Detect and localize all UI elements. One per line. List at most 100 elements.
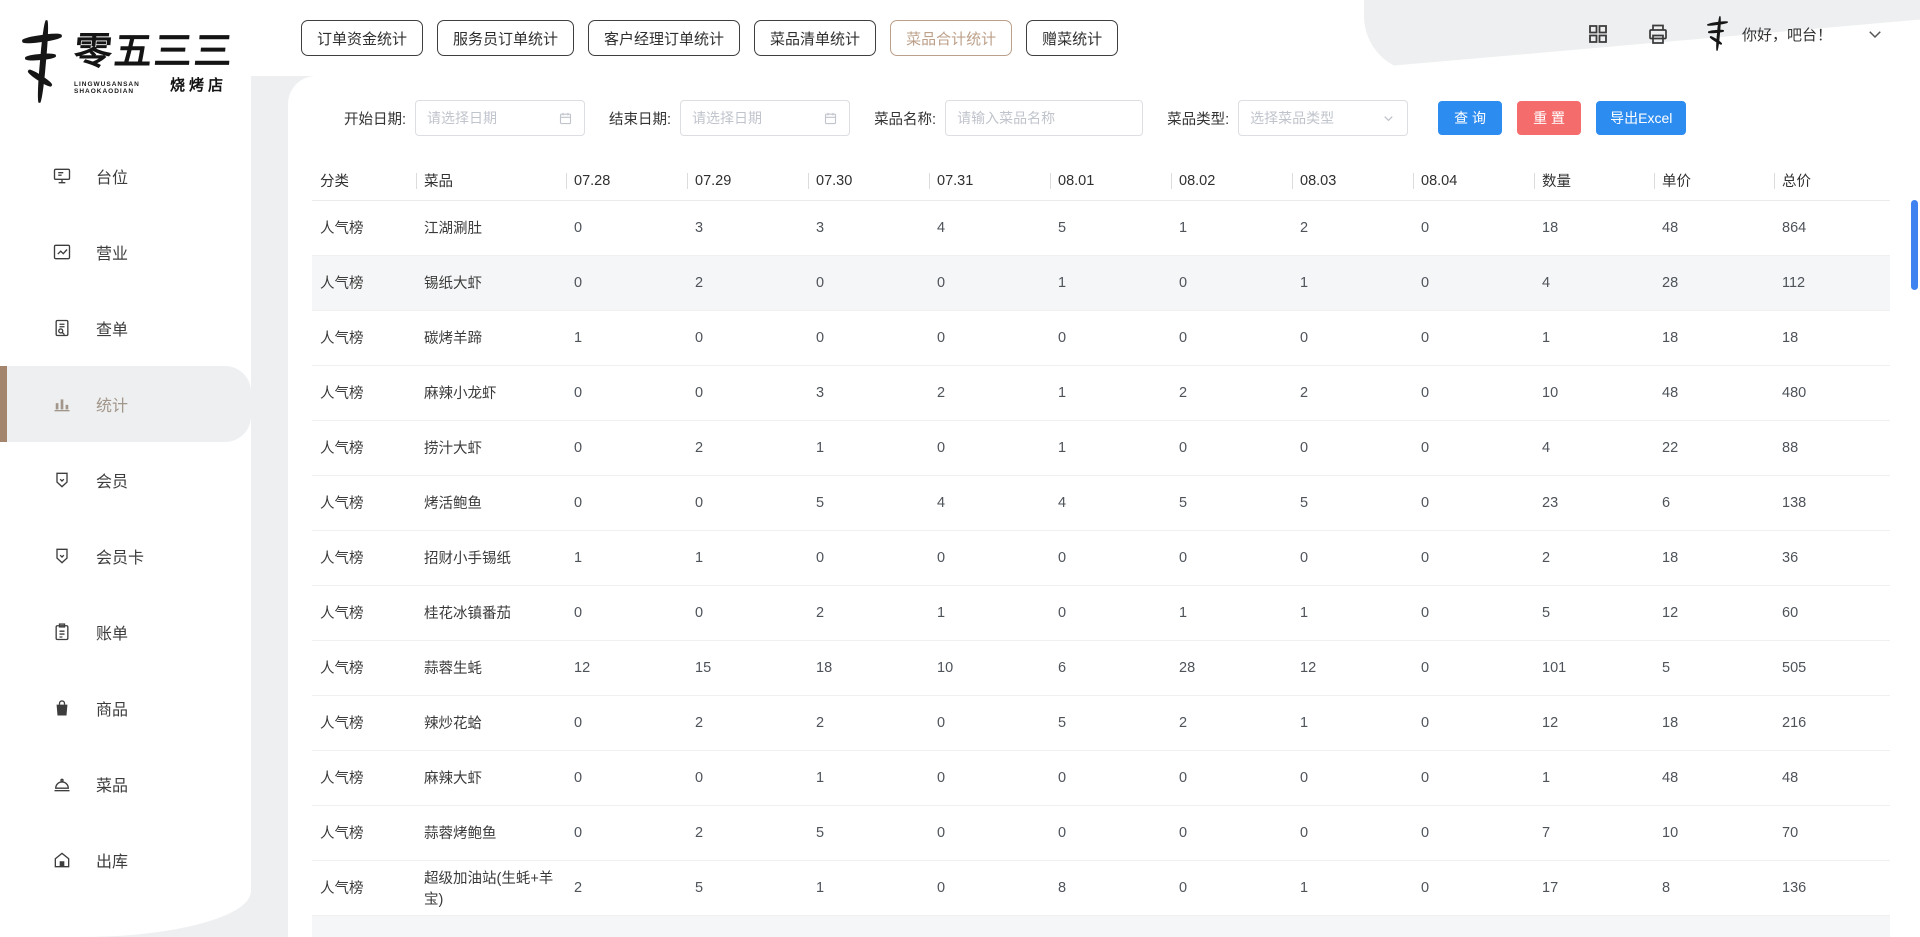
table-cell: 2 bbox=[687, 255, 808, 310]
table-cell: 12 bbox=[566, 640, 687, 695]
table-row: 人气榜锡纸大虾02001010428112 bbox=[312, 255, 1890, 310]
table-cell: 0 bbox=[1413, 695, 1534, 750]
table-cell: 2 bbox=[687, 805, 808, 860]
user-greeting: 你好，吧台！ bbox=[1742, 24, 1832, 45]
table-cell: 0 bbox=[687, 585, 808, 640]
table-cell: 碳烤羊蹄 bbox=[416, 310, 566, 365]
table-cell: 4 bbox=[1534, 420, 1654, 475]
table-cell: 2 bbox=[687, 695, 808, 750]
dish-name-label: 菜品名称: bbox=[874, 108, 936, 129]
sidebar-item-tables[interactable]: 台位 bbox=[0, 138, 251, 214]
table-cell: 3 bbox=[687, 200, 808, 255]
table-cell: 2 bbox=[1171, 365, 1292, 420]
table-cell: 4 bbox=[1050, 475, 1171, 530]
bill-clipboard-icon bbox=[52, 622, 72, 642]
table-cell: 1 bbox=[808, 420, 929, 475]
sidebar-item-dishes[interactable]: 菜品 bbox=[0, 746, 251, 822]
table-cell: 1 bbox=[929, 585, 1050, 640]
table-cell: 0 bbox=[929, 530, 1050, 585]
table-cell: 1 bbox=[808, 860, 929, 915]
table-cell: 1 bbox=[566, 530, 687, 585]
end-date-input[interactable]: 请选择日期 bbox=[680, 100, 850, 136]
report-tab[interactable]: 服务员订单统计 bbox=[437, 20, 574, 56]
table-cell: 18 bbox=[1654, 310, 1774, 365]
report-tab[interactable]: 订单资金统计 bbox=[301, 20, 423, 56]
search-button[interactable]: 查 询 bbox=[1438, 101, 1502, 135]
table-cell: 麻辣大虾 bbox=[416, 750, 566, 805]
table-row: 人气榜辣炒花蛤022052101218216 bbox=[312, 695, 1890, 750]
table-cell: 0 bbox=[566, 585, 687, 640]
table-row: 人气榜蒜蓉烤鲍鱼0250000071070 bbox=[312, 805, 1890, 860]
sidebar-item-business[interactable]: 营业 bbox=[0, 214, 251, 290]
table-row: 人气榜蒜蓉生蚝121518106281201015505 bbox=[312, 640, 1890, 695]
sidebar-item-member-cards[interactable]: 会员卡 bbox=[0, 518, 251, 594]
sidebar-item-statistics[interactable]: 统计 bbox=[0, 366, 251, 442]
table-cell: 5 bbox=[1050, 200, 1171, 255]
table-cell: 12 bbox=[1534, 695, 1654, 750]
user-menu[interactable]: 你好，吧台！ bbox=[1706, 16, 1884, 52]
table-cell: 0 bbox=[1050, 530, 1171, 585]
sidebar-item-bills[interactable]: 账单 bbox=[0, 594, 251, 670]
table-cell: 0 bbox=[929, 695, 1050, 750]
export-excel-button[interactable]: 导出Excel bbox=[1596, 101, 1686, 135]
table-cell: 1 bbox=[687, 530, 808, 585]
table-cell: 0 bbox=[929, 750, 1050, 805]
column-header: 07.31 bbox=[929, 162, 1050, 200]
topbar-actions: 你好，吧台！ bbox=[1586, 16, 1884, 52]
sidebar: 零五三三 LINGWUSANSAN SHAOKAODIAN 烧烤店 台位 营业 … bbox=[0, 0, 251, 937]
sidebar-item-members[interactable]: 会员 bbox=[0, 442, 251, 518]
table-cell: 0 bbox=[808, 530, 929, 585]
sidebar-item-goods[interactable]: 商品 bbox=[0, 670, 251, 746]
table-cell: 0 bbox=[1413, 640, 1534, 695]
table-cell: 10 bbox=[1534, 365, 1654, 420]
table-row: 人气榜桂花冰镇番茄0021011051260 bbox=[312, 585, 1890, 640]
table-row: 人气榜招财小手锡纸1100000021836 bbox=[312, 530, 1890, 585]
chevron-down-icon[interactable] bbox=[1866, 25, 1884, 43]
table-cell: 0 bbox=[1050, 585, 1171, 640]
table-cell: 人气榜 bbox=[312, 860, 416, 915]
table-cell: 人气榜 bbox=[312, 255, 416, 310]
table-cell: 0 bbox=[1413, 310, 1534, 365]
table-cell: 2 bbox=[1292, 365, 1413, 420]
sidebar-item-label: 查单 bbox=[96, 316, 128, 340]
start-date-input[interactable]: 请选择日期 bbox=[415, 100, 585, 136]
printer-icon[interactable] bbox=[1646, 22, 1670, 46]
table-cell: 0 bbox=[1413, 365, 1534, 420]
table-cell: 0 bbox=[566, 695, 687, 750]
table-cell: 6 bbox=[1050, 640, 1171, 695]
start-date-label: 开始日期: bbox=[344, 108, 406, 129]
report-tab[interactable]: 菜品合计统计 bbox=[890, 20, 1012, 56]
dish-name-input[interactable]: 请输入菜品名称 bbox=[945, 100, 1143, 136]
apps-grid-icon[interactable] bbox=[1586, 22, 1610, 46]
sidebar-item-label: 出库 bbox=[96, 848, 128, 872]
column-header: 07.30 bbox=[808, 162, 929, 200]
table-cell: 12 bbox=[1292, 640, 1413, 695]
sidebar-item-outbound[interactable]: 出库 bbox=[0, 822, 251, 898]
dish-type-label: 菜品类型: bbox=[1167, 108, 1229, 129]
sidebar-item-label: 营业 bbox=[96, 240, 128, 264]
table-cell: 12 bbox=[1654, 585, 1774, 640]
dish-type-select[interactable]: 选择菜品类型 bbox=[1238, 100, 1408, 136]
table-cell: 人气榜 bbox=[312, 640, 416, 695]
table-cell: 2 bbox=[808, 585, 929, 640]
sidebar-item-label: 商品 bbox=[96, 696, 128, 720]
table-row: 人气榜麻辣大虾0010000014848 bbox=[312, 750, 1890, 805]
table-cell: 0 bbox=[566, 255, 687, 310]
table-cell: 505 bbox=[1774, 640, 1890, 695]
sidebar-item-check-orders[interactable]: 查单 bbox=[0, 290, 251, 366]
report-tab[interactable]: 客户经理订单统计 bbox=[588, 20, 740, 56]
brand-latin-name: LINGWUSANSAN SHAOKAODIAN bbox=[74, 81, 166, 95]
table-cell: 1 bbox=[1050, 420, 1171, 475]
report-tab[interactable]: 赠菜统计 bbox=[1026, 20, 1118, 56]
column-header: 07.29 bbox=[687, 162, 808, 200]
report-tab[interactable]: 菜品清单统计 bbox=[754, 20, 876, 56]
table-cell: 48 bbox=[1654, 200, 1774, 255]
vertical-scrollbar-thumb[interactable] bbox=[1911, 200, 1918, 290]
table-cell: 1 bbox=[566, 310, 687, 365]
table-cell: 1 bbox=[1171, 200, 1292, 255]
filter-bar: 开始日期: 请选择日期 结束日期: 请选择日期 菜品名称: 请输入菜品名称 菜品… bbox=[288, 76, 1920, 136]
reset-button[interactable]: 重 置 bbox=[1517, 101, 1581, 135]
table-cell: 3 bbox=[808, 365, 929, 420]
report-tabs: 订单资金统计服务员订单统计客户经理订单统计菜品清单统计菜品合计统计赠菜统计 bbox=[301, 20, 1118, 56]
dish-summary-table-wrap: 分类菜品07.2807.2907.3007.3108.0108.0208.030… bbox=[312, 162, 1890, 916]
